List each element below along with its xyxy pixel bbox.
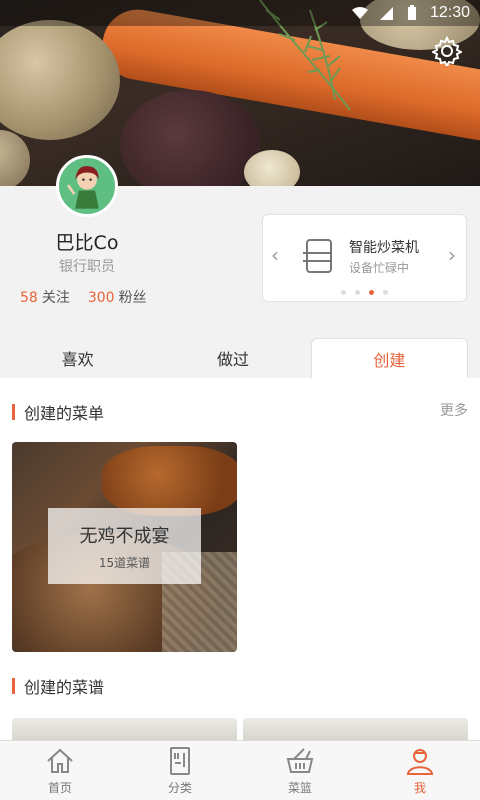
- cooking-machine-icon: [303, 239, 332, 273]
- banner-food: [244, 150, 300, 186]
- settings-gear-icon[interactable]: [432, 36, 462, 66]
- banner-food: [120, 90, 260, 186]
- section-title: 创建的菜单: [24, 404, 105, 423]
- followers-count: 300: [87, 290, 115, 306]
- nav-label: 菜篮: [287, 781, 312, 795]
- nav-label: 我: [413, 781, 426, 795]
- banner-food: [0, 130, 30, 186]
- carousel-dot: [383, 290, 388, 295]
- person-icon: [406, 749, 434, 775]
- nav-label: 分类: [167, 781, 192, 795]
- bottom-nav: 首页 分类 菜篮 我: [0, 740, 480, 800]
- clock: 12:30: [429, 4, 470, 21]
- recipe-thumbnail[interactable]: [243, 718, 468, 740]
- device-title: 智能炒菜机: [349, 240, 419, 256]
- followers-stat[interactable]: 300 粉丝: [88, 287, 147, 307]
- following-label: 关注: [41, 290, 70, 306]
- user-name: 巴比Co: [55, 232, 119, 254]
- nav-label: 首页: [47, 781, 72, 795]
- nav-home[interactable]: 首页: [0, 741, 120, 800]
- carousel-dot: [369, 290, 374, 295]
- followers-label: 粉丝: [118, 290, 147, 306]
- section-title: 创建的菜谱: [24, 678, 105, 697]
- wifi-icon: [351, 6, 368, 19]
- section-header-menus: 创建的菜单: [12, 400, 104, 424]
- carousel-dot: [341, 290, 346, 295]
- tab-created[interactable]: 创建: [310, 338, 468, 378]
- battery-icon: [407, 5, 416, 20]
- section-accent-bar: [12, 678, 15, 694]
- nav-category[interactable]: 分类: [120, 741, 240, 800]
- following-stat[interactable]: 58 关注: [20, 287, 70, 307]
- avatar-cartoon-icon: [66, 166, 99, 209]
- tab-cooked[interactable]: 做过: [155, 338, 310, 378]
- carousel-prev-icon[interactable]: ‹: [271, 243, 279, 267]
- category-icon: [170, 747, 190, 775]
- profile-tabs: 喜欢 做过 创建: [0, 338, 480, 378]
- user-job: 银行职员: [59, 259, 115, 275]
- carousel-indicator: [263, 290, 466, 295]
- device-card[interactable]: ‹ 智能炒菜机 设备忙碌中 ›: [262, 214, 467, 302]
- signal-icon: [379, 7, 393, 20]
- banner-food: [0, 20, 120, 140]
- menu-card-overlay: 无鸡不成宴 15道菜谱: [48, 508, 201, 584]
- menu-card-food: [102, 446, 237, 516]
- tab-liked[interactable]: 喜欢: [0, 338, 155, 378]
- section-accent-bar: [12, 404, 15, 420]
- menu-card-title: 无鸡不成宴: [79, 525, 170, 547]
- carousel-dot: [355, 290, 360, 295]
- following-count: 58: [20, 290, 38, 306]
- carousel-next-icon[interactable]: ›: [448, 243, 456, 267]
- created-content: 创建的菜单 更多 无鸡不成宴 15道菜谱 创建的菜谱: [0, 378, 480, 740]
- device-status: 设备忙碌中: [349, 261, 410, 275]
- menu-card-count: 15道菜谱: [98, 555, 151, 570]
- nav-me[interactable]: 我: [360, 741, 480, 800]
- avatar[interactable]: [56, 155, 118, 217]
- menu-card[interactable]: 无鸡不成宴 15道菜谱: [12, 442, 237, 652]
- section-header-recipes: 创建的菜谱: [12, 674, 104, 698]
- home-icon: [47, 748, 73, 773]
- nav-basket[interactable]: 菜篮: [240, 741, 360, 800]
- basket-icon: [286, 748, 314, 773]
- status-bar: 12:30: [0, 0, 480, 26]
- user-stats: 58 关注 300 粉丝: [20, 287, 147, 307]
- recipe-thumbnail[interactable]: [12, 718, 237, 740]
- more-link[interactable]: 更多: [440, 400, 468, 420]
